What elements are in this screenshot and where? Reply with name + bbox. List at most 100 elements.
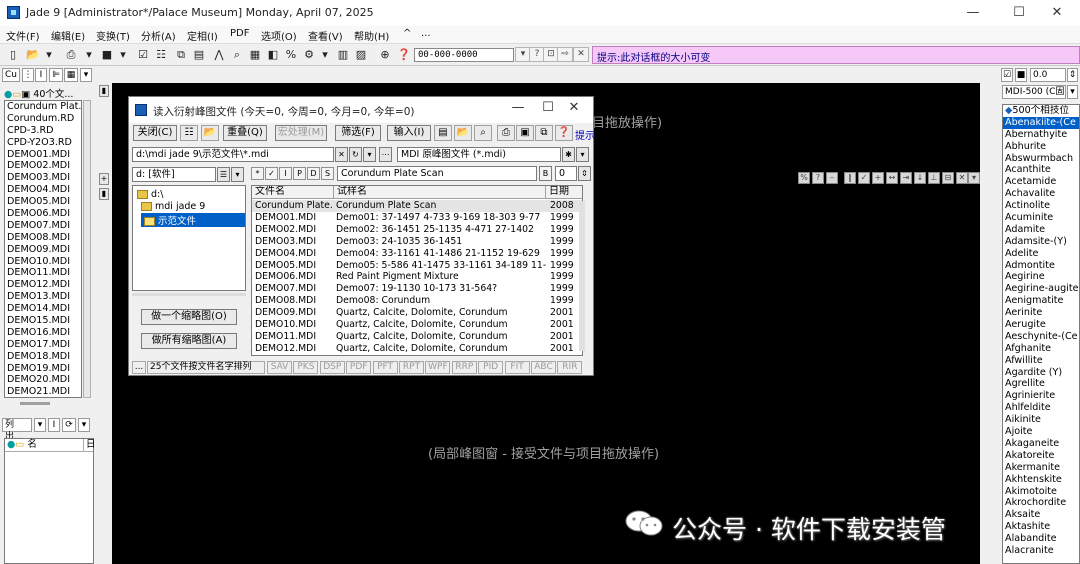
mineral-list-item[interactable]: Agrinierite [1003, 390, 1079, 402]
file-list-item[interactable]: DEMO04.MDI [5, 184, 81, 196]
mineral-list-item[interactable]: Aenigmatite [1003, 295, 1079, 307]
file-list-item[interactable]: DEMO17.MDI [5, 339, 81, 351]
import-button[interactable]: 输入(I) [387, 125, 431, 141]
status-field-abc[interactable]: ABC [531, 361, 556, 374]
grid-button[interactable]: ▦ [64, 68, 78, 82]
column-day[interactable]: 日 [83, 439, 96, 451]
close-button[interactable]: ✕ [1034, 0, 1080, 26]
table-row[interactable]: DEMO03.MDI Demo03: 24-1035 36-1451 1999 [252, 236, 582, 248]
chevron-down-icon[interactable]: ▾ [968, 172, 980, 184]
file-list-item[interactable]: DEMO05.MDI [5, 196, 81, 208]
mineral-list-item[interactable]: Actinolite [1003, 200, 1079, 212]
stop-icon[interactable]: ■ [1015, 68, 1027, 82]
panel-toggle-bottom[interactable]: ▮ [99, 188, 109, 200]
file-list-item[interactable]: DEMO14.MDI [5, 303, 81, 315]
percent-icon[interactable]: % [798, 172, 810, 184]
chevron-down-icon[interactable]: ▾ [576, 147, 589, 162]
open-folder-icon[interactable]: 📂 [201, 125, 219, 141]
dropdown-arrow-icon[interactable]: ▾ [42, 48, 56, 62]
peak-icon[interactable]: ⋀ [212, 48, 226, 62]
report-icon[interactable]: ▤ [192, 48, 206, 62]
input-close-button[interactable]: ✕ [573, 47, 589, 62]
table-row[interactable]: DEMO06.MDI Red Paint Pigment Mixture 1999 [252, 271, 582, 283]
menu-identify[interactable]: 定相(I) [187, 28, 218, 43]
menu-view[interactable]: 查看(V) [308, 28, 343, 43]
mineral-list-item[interactable]: Akatoreite [1003, 450, 1079, 462]
element-field[interactable]: Cu [2, 68, 20, 82]
mineral-list-item[interactable]: Aerinite [1003, 307, 1079, 319]
file-list-item[interactable]: Corundum.RD [5, 113, 81, 125]
file-list-item[interactable]: DEMO11.MDI [5, 267, 81, 279]
chip-check[interactable]: ✓ [265, 167, 278, 180]
open-folder-icon[interactable]: 📂 [26, 48, 40, 62]
menu-transform[interactable]: 变换(T) [96, 28, 130, 43]
help-icon[interactable]: ❓ [397, 48, 411, 62]
file-list-item[interactable]: DEMO13.MDI [5, 291, 81, 303]
mineral-list-item[interactable]: Akermanite [1003, 462, 1079, 474]
expand-icon[interactable]: ↔ [886, 172, 898, 184]
next-icon[interactable]: ⇥ [900, 172, 912, 184]
filter-button[interactable]: ⊫ [49, 68, 63, 82]
dialog-close-x-button[interactable]: ✕ [559, 100, 589, 115]
grid-icon[interactable]: ▦ [248, 48, 262, 62]
dialog-minimize-button[interactable]: — [503, 100, 533, 115]
mineral-list-item[interactable]: Aikinite [1003, 414, 1079, 426]
mineral-list-item[interactable]: Aerugite [1003, 319, 1079, 331]
chip-i[interactable]: I [279, 167, 292, 180]
asterisk-icon[interactable]: ✱ [562, 147, 575, 162]
menu-edit[interactable]: 编辑(E) [51, 28, 85, 43]
italic-button[interactable]: I [48, 418, 60, 432]
folder-tree[interactable]: d:\ mdi jade 9 示范文件 [132, 185, 246, 291]
mineral-list-item[interactable]: Adelite [1003, 248, 1079, 260]
table-row[interactable]: DEMO12.MDI Quartz, Calcite, Dolomite, Cor… [252, 343, 582, 355]
status-field-fit[interactable]: FIT [504, 361, 530, 374]
table-row[interactable]: DEMO04.MDI Demo04: 33-1161 41-1486 21-115… [252, 248, 582, 260]
splitter[interactable] [132, 293, 246, 296]
table-row[interactable]: DEMO11.MDI Quartz, Calcite, Dolomite, Cor… [252, 331, 582, 343]
list-icon[interactable]: ☷ [180, 125, 198, 141]
chevron-down-icon[interactable]: ▾ [231, 167, 244, 182]
table-row[interactable]: DEMO13.MDIDemo13: 19-629 1999 [252, 355, 582, 356]
status-field-rir[interactable]: RIR [557, 361, 583, 374]
mineral-list-item[interactable]: Akimotoite [1003, 486, 1079, 498]
tree-item-jade[interactable]: mdi jade 9 [141, 201, 205, 212]
file-list-item[interactable]: DEMO19.MDI [5, 363, 81, 375]
fit-icon[interactable]: ◧ [266, 48, 280, 62]
file-list-item[interactable]: DEMO01.MDI [5, 149, 81, 161]
mineral-list-item[interactable]: Abswurmbach [1003, 153, 1079, 165]
spinner-icon[interactable]: ⇕ [1067, 68, 1078, 82]
mineral-list-item[interactable]: Aegirine [1003, 271, 1079, 283]
chevron-down-icon[interactable]: ▾ [363, 147, 376, 162]
file-grid[interactable]: 文件名 试样名 日期 Corundum Plate... Corundum Pla… [251, 185, 583, 356]
mineral-list-item[interactable]: Abhurite [1003, 141, 1079, 153]
status-field-pdf[interactable]: PDF [346, 361, 372, 374]
make-all-thumbnails-button[interactable]: 做所有缩略图(A) [141, 333, 237, 349]
mineral-list[interactable]: ◆500个相技位 Abenakiite-(Ce Abernathyite Abhur… [1002, 104, 1080, 564]
bottom-list[interactable]: ●▭ 名 日 [4, 438, 96, 564]
list-toggle-button[interactable]: ⋮ [22, 68, 34, 82]
new-icon[interactable]: ▯ [6, 48, 20, 62]
check-icon[interactable]: ✓ [858, 172, 870, 184]
status-field-rpt[interactable]: RPT [399, 361, 424, 374]
mineral-list-item[interactable]: Akaganeite [1003, 438, 1079, 450]
dropdown-arrow-icon[interactable]: ▾ [116, 48, 130, 62]
status-field-pid[interactable]: PID [478, 361, 504, 374]
mineral-list-item[interactable]: Adamsite-(Y) [1003, 236, 1079, 248]
search-icon[interactable]: ⌕ [230, 48, 244, 62]
pdf-card-input[interactable]: 00-000-0000 [414, 48, 514, 62]
status-field-pks[interactable]: PKS [293, 361, 319, 374]
minus-icon[interactable]: – [826, 172, 838, 184]
file-list-item[interactable]: DEMO03.MDI [5, 172, 81, 184]
menu-help[interactable]: 帮助(H) [354, 28, 389, 43]
panel-toggle-top[interactable]: ▮ [99, 85, 109, 97]
mineral-list-item[interactable]: Admontite [1003, 260, 1079, 272]
status-field-sav[interactable]: SAV [267, 361, 292, 374]
menu-analyze[interactable]: 分析(A) [141, 28, 176, 43]
mineral-list-item[interactable]: Abenakiite-(Ce [1003, 116, 1079, 129]
stop-icon[interactable]: ■ [100, 48, 114, 62]
spinner-icon[interactable]: ⇕ [578, 166, 591, 181]
file-list-item[interactable]: DEMO07.MDI [5, 220, 81, 232]
chevron-down-icon[interactable]: ▾ [78, 418, 90, 432]
mineral-list-item[interactable]: Abernathyite [1003, 129, 1079, 141]
save-icon[interactable]: ▣ [516, 125, 534, 141]
